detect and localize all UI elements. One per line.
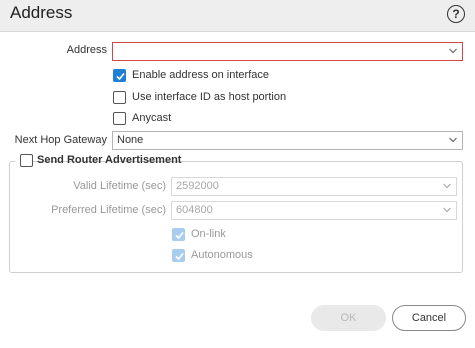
help-icon[interactable]: ? — [447, 5, 465, 23]
valid-lifetime-select[interactable]: 2592000 — [171, 177, 457, 196]
enable-address-checkbox[interactable] — [113, 69, 126, 82]
autonomous-checkbox[interactable] — [172, 249, 185, 262]
next-hop-select[interactable]: None — [112, 131, 463, 150]
preferred-lifetime-value: 604800 — [176, 204, 213, 216]
chevron-down-icon — [449, 48, 457, 55]
send-router-advertisement-row[interactable]: Send Router Advertisement — [15, 153, 181, 169]
valid-lifetime-label: Valid Lifetime (sec) — [73, 180, 166, 192]
chevron-down-icon — [443, 207, 451, 214]
ok-button[interactable]: OK — [311, 305, 386, 331]
cancel-button[interactable]: Cancel — [392, 305, 466, 331]
dialog-titlebar: Address ? — [0, 0, 475, 32]
chevron-down-icon — [449, 137, 457, 144]
preferred-lifetime-select[interactable]: 604800 — [171, 201, 457, 220]
dialog-title: Address — [10, 3, 73, 22]
use-interface-id-checkbox[interactable] — [113, 91, 126, 104]
on-link-checkbox[interactable] — [172, 228, 185, 241]
address-label: Address — [66, 44, 107, 56]
anycast-label: Anycast — [132, 112, 172, 124]
send-router-advertisement-label: Send Router Advertisement — [37, 154, 182, 166]
enable-address-label: Enable address on interface — [132, 69, 269, 81]
use-interface-id-label: Use interface ID as host portion — [132, 91, 287, 103]
next-hop-value: None — [117, 134, 144, 146]
address-select[interactable] — [112, 42, 463, 61]
on-link-label: On-link — [191, 228, 226, 240]
preferred-lifetime-label: Preferred Lifetime (sec) — [51, 204, 166, 216]
chevron-down-icon — [443, 183, 451, 190]
address-dialog: Address ? Address Enable address on inte… — [0, 0, 475, 348]
anycast-checkbox[interactable] — [113, 112, 126, 125]
send-router-advertisement-checkbox[interactable] — [20, 154, 33, 167]
autonomous-label: Autonomous — [191, 249, 253, 261]
next-hop-label: Next Hop Gateway — [14, 134, 107, 146]
valid-lifetime-value: 2592000 — [176, 180, 219, 192]
